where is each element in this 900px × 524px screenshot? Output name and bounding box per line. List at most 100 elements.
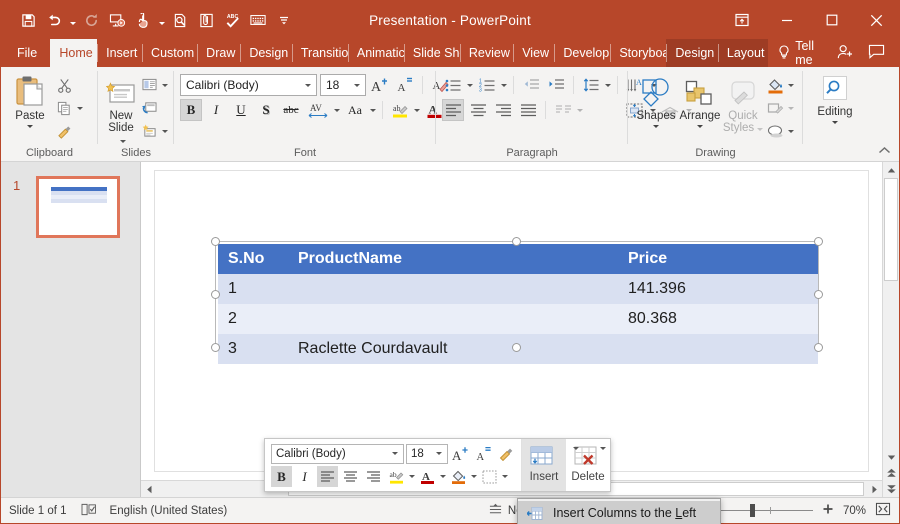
cut-icon[interactable] <box>53 74 75 96</box>
shape-outline-dropdown-icon[interactable] <box>788 107 794 110</box>
start-from-beginning-icon[interactable] <box>104 7 130 33</box>
shape-outline-icon[interactable] <box>764 97 786 119</box>
tab-home[interactable]: Home <box>50 39 97 67</box>
shapes-button[interactable]: Shapes <box>634 72 678 128</box>
character-spacing-dropdown-icon[interactable] <box>334 109 340 112</box>
cell-sno-1[interactable]: 1 <box>218 274 288 304</box>
align-center-icon[interactable] <box>467 99 489 121</box>
columns-icon[interactable] <box>552 99 574 121</box>
font-name-dropdown-icon[interactable] <box>301 84 314 87</box>
section-icon[interactable] <box>138 120 160 142</box>
shape-fill-dropdown-icon[interactable] <box>788 84 794 87</box>
strikethrough-icon[interactable]: abc <box>280 99 302 121</box>
grow-font-icon[interactable]: A <box>450 443 471 464</box>
insert-dropdown-menu[interactable]: Insert Columns to the Left Insert Column… <box>517 498 721 524</box>
character-spacing-icon[interactable]: AV <box>305 99 331 121</box>
bullets-icon[interactable] <box>442 74 464 96</box>
layout-dropdown-icon[interactable] <box>162 84 168 87</box>
vertical-scroll-thumb[interactable] <box>884 178 898 281</box>
tab-slide-show[interactable]: Slide Sho <box>404 39 460 67</box>
tab-insert[interactable]: Insert <box>97 39 142 67</box>
paste-button[interactable]: Paste <box>7 72 53 128</box>
borders-dropdown-icon[interactable] <box>502 475 508 478</box>
scroll-down-icon[interactable] <box>883 449 899 465</box>
mini-toolbar[interactable]: Calibri (Body) 18 A A <box>264 438 611 492</box>
section-dropdown-icon[interactable] <box>162 130 168 133</box>
editing-dropdown-icon[interactable] <box>832 121 838 124</box>
tab-table-design[interactable]: Design <box>666 39 718 67</box>
fill-color-dropdown-icon[interactable] <box>471 475 477 478</box>
align-right-icon[interactable] <box>363 466 384 487</box>
cell-product-2[interactable] <box>288 304 618 334</box>
tell-me-box[interactable]: Tell me <box>768 39 837 67</box>
cell-product-3[interactable]: Raclette Courdavault <box>288 334 618 364</box>
scroll-up-icon[interactable] <box>883 162 899 178</box>
mini-font-size-dropdown-icon[interactable] <box>433 452 445 455</box>
slide-thumbnail-pane[interactable]: 1 <box>1 162 141 497</box>
resize-handle-top-left[interactable] <box>211 237 220 246</box>
insert-button[interactable]: Insert <box>522 439 566 491</box>
zoom-in-button[interactable] <box>822 503 834 518</box>
change-case-icon[interactable]: Aa <box>343 99 367 121</box>
font-size-combo[interactable]: 18 <box>320 74 366 96</box>
scroll-left-icon[interactable] <box>141 481 157 497</box>
cell-price-1[interactable]: 141.396 <box>618 274 818 304</box>
font-color-dropdown-icon[interactable] <box>440 475 446 478</box>
reset-icon[interactable] <box>138 97 160 119</box>
undo-dropdown-icon[interactable] <box>67 7 78 33</box>
slide-surface[interactable]: S.No ProductName Price 1 141.396 <box>154 170 869 472</box>
accessibility-icon[interactable] <box>81 503 96 519</box>
touch-mode-dropdown-icon[interactable] <box>156 7 167 33</box>
font-color-icon[interactable]: A <box>417 466 438 487</box>
format-painter-icon[interactable] <box>53 120 75 142</box>
mini-font-name-dropdown-icon[interactable] <box>389 452 401 455</box>
italic-icon[interactable]: I <box>205 99 227 121</box>
zoom-level-label[interactable]: 70% <box>843 505 866 517</box>
align-center-icon[interactable] <box>340 466 361 487</box>
attach-icon[interactable] <box>193 7 219 33</box>
copy-dropdown-icon[interactable] <box>77 107 83 110</box>
italic-icon[interactable]: I <box>294 466 315 487</box>
decrease-indent-icon[interactable] <box>520 74 542 96</box>
tab-review[interactable]: Review <box>460 39 513 67</box>
vertical-scrollbar[interactable] <box>882 162 899 497</box>
tab-file[interactable]: File <box>1 39 50 67</box>
zoom-slider[interactable] <box>708 504 813 518</box>
bold-icon[interactable]: B <box>271 466 292 487</box>
resize-handle-middle-right[interactable] <box>814 290 823 299</box>
fill-color-icon[interactable] <box>448 466 469 487</box>
cell-price-2[interactable]: 80.368 <box>618 304 818 334</box>
comments-icon[interactable] <box>868 44 885 62</box>
columns-dropdown-icon[interactable] <box>577 109 583 112</box>
slide-count-label[interactable]: Slide 1 of 1 <box>9 505 67 517</box>
shape-fill-icon[interactable] <box>764 74 786 96</box>
quick-styles-dropdown-icon[interactable] <box>757 128 763 131</box>
change-case-dropdown-icon[interactable] <box>370 109 376 112</box>
vertical-scroll-track[interactable] <box>883 178 899 449</box>
tab-custom[interactable]: Custom <box>142 39 197 67</box>
line-spacing-dropdown-icon[interactable] <box>605 84 611 87</box>
highlight-dropdown-icon[interactable] <box>414 109 420 112</box>
keyboard-icon[interactable] <box>245 7 271 33</box>
insert-dropdown-icon[interactable] <box>572 444 580 453</box>
new-slide-button[interactable]: New Slide <box>104 72 138 146</box>
tab-view[interactable]: View <box>513 39 554 67</box>
undo-icon[interactable] <box>41 7 67 33</box>
maximize-icon[interactable] <box>809 1 854 39</box>
shape-effects-dropdown-icon[interactable] <box>788 130 794 133</box>
menu-item-insert-columns-left[interactable]: Insert Columns to the Left <box>518 501 720 524</box>
previous-slide-icon[interactable] <box>883 465 899 481</box>
scroll-right-icon[interactable] <box>866 481 882 497</box>
next-slide-icon[interactable] <box>883 481 899 497</box>
line-spacing-icon[interactable] <box>580 74 602 96</box>
paste-dropdown-icon[interactable] <box>27 125 33 128</box>
delete-dropdown-icon[interactable] <box>599 444 607 453</box>
cell-sno-3[interactable]: 3 <box>218 334 288 364</box>
resize-handle-bottom-right[interactable] <box>814 343 823 352</box>
tab-transitions[interactable]: Transitio <box>292 39 348 67</box>
share-person-icon[interactable] <box>837 44 854 63</box>
layout-icon[interactable] <box>138 74 160 96</box>
customize-qat-icon[interactable] <box>271 7 297 33</box>
align-left-icon[interactable] <box>442 99 464 121</box>
align-left-icon[interactable] <box>317 466 338 487</box>
